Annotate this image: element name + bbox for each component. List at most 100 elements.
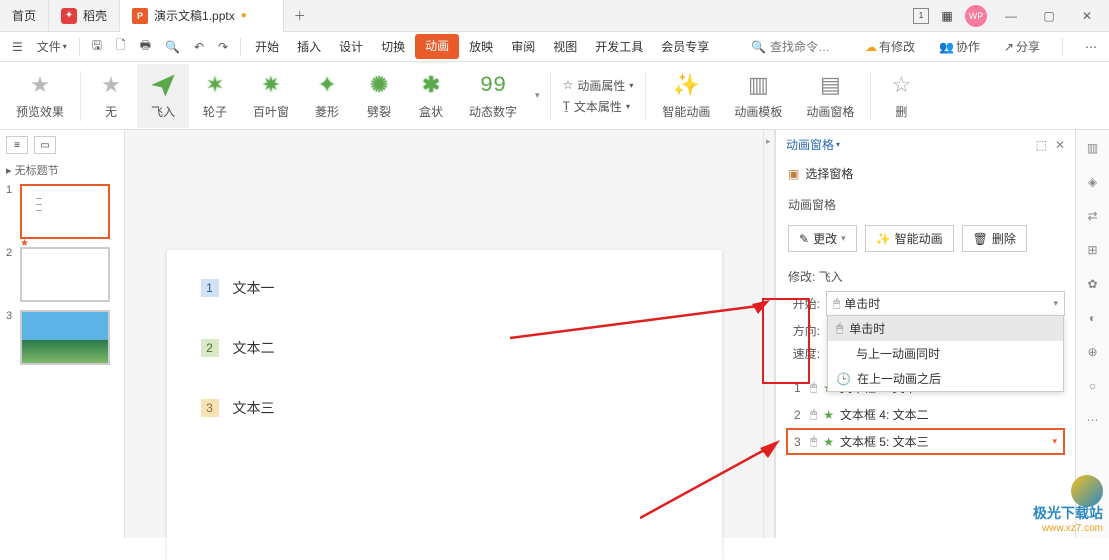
side-ic-4[interactable]: ⊞: [1083, 240, 1103, 260]
effect-flyin[interactable]: 飞入: [137, 64, 189, 128]
effects-more[interactable]: ▾: [529, 88, 546, 103]
section-title[interactable]: ▸ 无标题节: [6, 162, 118, 178]
menu-show[interactable]: 放映: [461, 34, 501, 59]
anim-template[interactable]: ▥ 动画模板: [722, 64, 794, 128]
maximize-button[interactable]: ▢: [1035, 4, 1063, 28]
item-dropdown[interactable]: ▾: [1052, 436, 1057, 447]
pane-close[interactable]: ✕: [1055, 138, 1065, 152]
thumb-mode[interactable]: ▭: [34, 136, 56, 154]
thumb-3-row: 3: [6, 310, 118, 365]
anim-item-2[interactable]: 2 🖱 ★ 文本框 4: 文本二: [786, 401, 1065, 428]
save-button[interactable]: 🖫: [86, 34, 108, 59]
has-changes[interactable]: ☁有修改: [859, 36, 921, 57]
more-button[interactable]: ⋯: [1079, 38, 1103, 56]
menu-tabs: 开始 插入 设计 切换 动画 放映 审阅 视图 开发工具 会员专享: [247, 34, 717, 59]
print-button[interactable]: 🖶: [134, 34, 157, 59]
preview-button[interactable]: 🔍: [159, 38, 186, 56]
detach-icon[interactable]: ⬚: [1036, 138, 1047, 152]
menu-vip[interactable]: 会员专享: [653, 34, 717, 59]
redo-button[interactable]: ↷: [212, 38, 234, 56]
start-select[interactable]: 🖱 单击时 ▾ 🖱单击时 与上一动画同时 🕒在上一动画之后: [826, 291, 1065, 316]
star-icon: ★: [97, 71, 125, 99]
text-properties[interactable]: Ṯ文本属性▾: [563, 98, 634, 115]
effect-wheel[interactable]: ✶ 轮子: [189, 64, 241, 128]
anim-pane-btn[interactable]: ▤ 动画窗格: [794, 64, 866, 128]
thumb-2[interactable]: [20, 247, 110, 302]
speed-label: 速度:: [786, 345, 820, 362]
titlebar: 首页 ✦ 稻壳 P 演示文稿1.pptx ● ＋ 1 ▦ WP — ▢ ✕: [0, 0, 1109, 32]
effect-dyn-num[interactable]: 99 动态数字: [457, 64, 529, 128]
delete-anim[interactable]: ☆ 删: [875, 64, 927, 128]
side-ic-2[interactable]: ◈: [1083, 172, 1103, 192]
side-ic-3[interactable]: ⇄: [1083, 206, 1103, 226]
anim-item-3[interactable]: 3 🖱 ★ 文本框 5: 文本三 ▾: [786, 428, 1065, 455]
thumb-3[interactable]: [20, 310, 110, 365]
outline-mode[interactable]: ≡: [6, 136, 28, 154]
side-ic-8[interactable]: ○: [1083, 376, 1103, 396]
menu-view[interactable]: 视图: [545, 34, 585, 59]
smart-anim-button[interactable]: ✨智能动画: [865, 225, 954, 252]
smart-anim[interactable]: ✨ 智能动画: [650, 64, 722, 128]
effect-box[interactable]: ✱ 盒状: [405, 64, 457, 128]
start-dropdown: 🖱单击时 与上一动画同时 🕒在上一动画之后: [827, 315, 1064, 392]
opt-click[interactable]: 🖱单击时: [828, 316, 1063, 341]
opt-with-prev[interactable]: 与上一动画同时: [828, 341, 1063, 366]
preview-effect[interactable]: ★ 预览效果: [4, 64, 76, 128]
minimize-button[interactable]: —: [997, 4, 1025, 28]
side-ic-5[interactable]: ✿: [1083, 274, 1103, 294]
menu-animation[interactable]: 动画: [415, 34, 459, 59]
effect-none[interactable]: ★ 无: [85, 64, 137, 128]
mouse-icon: 🖱: [810, 380, 817, 395]
dock-icon: ✦: [61, 8, 77, 24]
slide-item-3[interactable]: 3 文本三: [201, 398, 688, 418]
select-pane-row[interactable]: ▣ 选择窗格: [776, 159, 1075, 188]
menu-transition[interactable]: 切换: [373, 34, 413, 59]
effect-split[interactable]: ✺ 劈裂: [353, 64, 405, 128]
menu-insert[interactable]: 插入: [289, 34, 329, 59]
title-right: 1 ▦ WP — ▢ ✕: [913, 4, 1109, 28]
tab-home[interactable]: 首页: [0, 0, 49, 32]
canvas[interactable]: 1 文本一 2 文本二 3 文本三: [125, 130, 763, 538]
side-ic-9[interactable]: ⋯: [1083, 410, 1103, 430]
tab-document[interactable]: P 演示文稿1.pptx ●: [120, 0, 284, 32]
menu-start[interactable]: 开始: [247, 34, 287, 59]
effect-diamond[interactable]: ✦ 菱形: [301, 64, 353, 128]
effect-blinds[interactable]: ✷ 百叶窗: [241, 64, 301, 128]
anim-order-2: 2: [201, 339, 219, 357]
anim-properties[interactable]: ☆动画属性▾: [563, 77, 634, 94]
menu-button[interactable]: ☰: [6, 38, 29, 56]
collab-button[interactable]: 👥协作: [933, 36, 986, 57]
window-tabs: 首页 ✦ 稻壳 P 演示文稿1.pptx ● ＋: [0, 0, 316, 32]
opt-after-prev[interactable]: 🕒在上一动画之后: [828, 366, 1063, 391]
search-input[interactable]: [770, 40, 840, 54]
side-ic-6[interactable]: ◐: [1083, 308, 1103, 328]
close-button[interactable]: ✕: [1073, 4, 1101, 28]
menu-devtools[interactable]: 开发工具: [587, 34, 651, 59]
side-ic-7[interactable]: ⊕: [1083, 342, 1103, 362]
new-button[interactable]: 🗋: [110, 34, 132, 59]
apps-icon[interactable]: ▦: [939, 8, 955, 24]
slide-item-2[interactable]: 2 文本二: [201, 338, 688, 358]
tab-add[interactable]: ＋: [284, 0, 316, 32]
side-ic-1[interactable]: ▥: [1083, 138, 1103, 158]
menu-design[interactable]: 设计: [331, 34, 371, 59]
star-icon: ☆: [563, 78, 574, 92]
undo-button[interactable]: ↶: [188, 38, 210, 56]
thumb-2-row: 2: [6, 247, 118, 302]
command-search[interactable]: 🔍: [744, 37, 847, 57]
slide[interactable]: 1 文本一 2 文本二 3 文本三: [167, 250, 722, 560]
file-menu[interactable]: 文件 ▾: [31, 36, 73, 57]
menu-review[interactable]: 审阅: [503, 34, 543, 59]
thumb-1[interactable]: ——— ★: [20, 184, 110, 239]
tab-dock-label: 稻壳: [83, 7, 107, 24]
share-button[interactable]: ↗分享: [998, 36, 1046, 57]
layout-icon[interactable]: 1: [913, 8, 929, 24]
change-button[interactable]: ✎更改▾: [788, 225, 857, 252]
panel-resize[interactable]: [763, 130, 775, 538]
delete-button[interactable]: 🗑删除: [962, 225, 1027, 252]
slide-item-1[interactable]: 1 文本一: [201, 278, 688, 298]
star-icon: ✷: [257, 71, 285, 99]
avatar[interactable]: WP: [965, 5, 987, 27]
tab-dock[interactable]: ✦ 稻壳: [49, 0, 120, 32]
trash-icon: ☆: [887, 71, 915, 99]
